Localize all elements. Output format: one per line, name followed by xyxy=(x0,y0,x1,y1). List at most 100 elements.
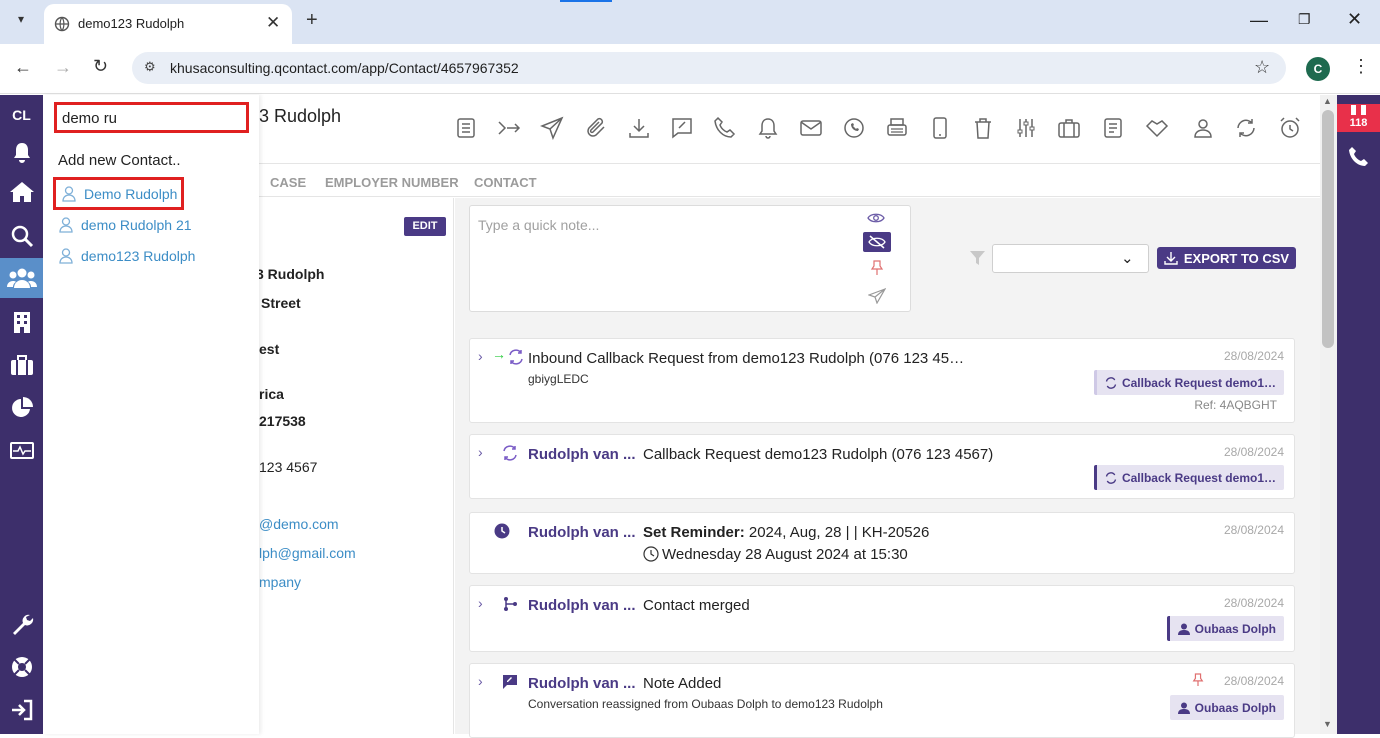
tab-accent-line xyxy=(560,0,612,2)
contacts-nav-active[interactable] xyxy=(0,258,43,298)
site-info-icon[interactable]: ⚙ xyxy=(144,59,156,75)
list-icon[interactable] xyxy=(454,116,478,140)
more-menu-icon[interactable]: ⋮ xyxy=(1352,56,1370,77)
feed-item[interactable]: Rudolph van ... Set Reminder: 2024, Aug,… xyxy=(469,512,1295,574)
handshake-icon[interactable] xyxy=(1145,116,1169,140)
feed-item[interactable]: › → Inbound Callback Request from demo12… xyxy=(469,338,1295,423)
feed-tag[interactable]: Callback Request demo1… xyxy=(1093,465,1284,490)
tab-search-icon[interactable]: ▾ xyxy=(10,12,32,32)
feed-item[interactable]: › Rudolph van ... Note Added Conversatio… xyxy=(469,663,1295,738)
refresh-icon[interactable] xyxy=(1234,116,1258,140)
monitor-icon[interactable] xyxy=(7,436,37,466)
back-icon[interactable]: ← xyxy=(14,57,32,78)
briefcase-icon[interactable] xyxy=(7,350,37,380)
reload-icon[interactable]: ↻ xyxy=(93,56,108,77)
search-input[interactable]: demo ru xyxy=(54,102,249,133)
close-tab-icon[interactable]: ✕ xyxy=(266,13,280,33)
logout-icon[interactable] xyxy=(7,695,37,725)
briefcase-icon[interactable] xyxy=(1057,116,1081,140)
feed-author[interactable]: Rudolph van ... xyxy=(528,597,636,614)
wrench-icon[interactable] xyxy=(7,609,37,639)
url-text[interactable]: khusaconsulting.qcontact.com/app/Contact… xyxy=(170,60,519,76)
scroll-down-icon[interactable]: ▼ xyxy=(1323,719,1332,729)
notification-badge[interactable]: 118 xyxy=(1337,104,1380,132)
browser-tab[interactable]: demo123 Rudolph ✕ xyxy=(44,4,292,44)
bars-icon xyxy=(1351,105,1366,115)
chat-note-icon[interactable] xyxy=(670,116,694,140)
suggestion-label: demo123 Rudolph xyxy=(81,248,196,264)
scrollbar-thumb[interactable] xyxy=(1322,110,1334,348)
minimize-icon[interactable]: — xyxy=(1250,10,1268,31)
detail-street: Street xyxy=(261,295,301,311)
detail-company[interactable]: mpany xyxy=(259,574,301,590)
support-icon[interactable] xyxy=(7,652,37,682)
phone-icon[interactable] xyxy=(1347,145,1371,169)
eye-icon[interactable] xyxy=(867,211,885,225)
feed-tag[interactable]: Callback Request demo1… xyxy=(1093,370,1284,395)
suggestion-item[interactable]: demo Rudolph 21 xyxy=(53,209,192,241)
quick-note-box[interactable]: Type a quick note... xyxy=(469,205,911,312)
forward-icon[interactable]: → xyxy=(54,57,72,78)
close-window-icon[interactable]: ✕ xyxy=(1347,9,1362,30)
filter-select[interactable]: ⌄ xyxy=(992,244,1149,273)
eye-slash-icon[interactable] xyxy=(863,232,891,252)
add-new-contact-link[interactable]: Add new Contact.. xyxy=(58,152,181,169)
suggestion-item[interactable]: demo123 Rudolph xyxy=(53,240,195,272)
feed-tag[interactable]: Oubaas Dolph xyxy=(1169,695,1284,720)
email-icon[interactable] xyxy=(799,116,823,140)
chevron-right-icon[interactable]: › xyxy=(478,348,483,364)
feed-item[interactable]: › Rudolph van ... Callback Request demo1… xyxy=(469,434,1295,499)
suggestion-item[interactable]: Demo Rudolph xyxy=(53,177,184,210)
tab-contact[interactable]: CONTACT xyxy=(474,175,537,190)
sliders-icon[interactable] xyxy=(1014,116,1038,140)
tab-employer-number[interactable]: EMPLOYER NUMBER xyxy=(325,175,459,190)
building-icon[interactable] xyxy=(7,307,37,337)
person-icon xyxy=(62,185,76,202)
trash-icon[interactable] xyxy=(971,116,995,140)
bookmark-star-icon[interactable]: ☆ xyxy=(1254,57,1270,78)
export-csv-button[interactable]: EXPORT TO CSV xyxy=(1157,247,1296,269)
bell-icon[interactable] xyxy=(756,116,780,140)
bell-icon[interactable] xyxy=(7,138,37,168)
whatsapp-icon[interactable] xyxy=(842,116,866,140)
chevron-right-icon[interactable]: › xyxy=(478,444,483,460)
feed-author[interactable]: Rudolph van ... xyxy=(528,675,636,692)
search-icon[interactable] xyxy=(7,221,37,251)
paperclip-icon[interactable] xyxy=(584,116,608,140)
profile-avatar[interactable]: C xyxy=(1306,57,1330,81)
detail-id: 217538 xyxy=(259,413,306,429)
omnibox[interactable]: ⚙ khusaconsulting.qcontact.com/app/Conta… xyxy=(132,52,1286,84)
feed-item[interactable]: › Rudolph van ... Contact merged 28/08/2… xyxy=(469,585,1295,652)
fax-icon[interactable] xyxy=(885,116,909,140)
download-icon[interactable] xyxy=(627,116,651,140)
person-icon xyxy=(1177,702,1190,714)
export-label: EXPORT TO CSV xyxy=(1183,250,1290,266)
feed-author[interactable]: Rudolph van ... xyxy=(528,524,636,541)
feed-author[interactable]: Rudolph van ... xyxy=(528,446,636,463)
logo[interactable]: CL xyxy=(0,107,43,123)
merge-arrow-icon[interactable] xyxy=(497,116,521,140)
new-tab-icon[interactable]: + xyxy=(306,9,318,32)
pie-chart-icon[interactable] xyxy=(7,393,37,423)
detail-country: rica xyxy=(259,386,284,402)
scroll-up-icon[interactable]: ▲ xyxy=(1323,96,1332,106)
chevron-down-icon: ⌄ xyxy=(1121,250,1134,267)
detail-email1[interactable]: @demo.com xyxy=(259,516,339,532)
feed-tag[interactable]: Oubaas Dolph xyxy=(1166,616,1284,641)
edit-button[interactable]: EDIT xyxy=(404,217,446,236)
chevron-right-icon[interactable]: › xyxy=(478,673,483,689)
home-icon[interactable] xyxy=(7,177,37,207)
tab-case[interactable]: CASE xyxy=(270,175,306,190)
alarm-icon[interactable] xyxy=(1278,116,1302,140)
restore-icon[interactable]: ❐ xyxy=(1298,11,1311,28)
filter-icon[interactable] xyxy=(970,251,985,265)
pin-icon[interactable] xyxy=(870,260,884,276)
detail-email2[interactable]: lph@gmail.com xyxy=(259,545,356,561)
user-icon[interactable] xyxy=(1191,116,1215,140)
phone-icon[interactable] xyxy=(713,116,737,140)
form-icon[interactable] xyxy=(1101,116,1125,140)
send-icon[interactable] xyxy=(540,116,564,140)
mobile-icon[interactable] xyxy=(928,116,952,140)
chevron-right-icon[interactable]: › xyxy=(478,595,483,611)
send-note-icon[interactable] xyxy=(868,288,886,304)
